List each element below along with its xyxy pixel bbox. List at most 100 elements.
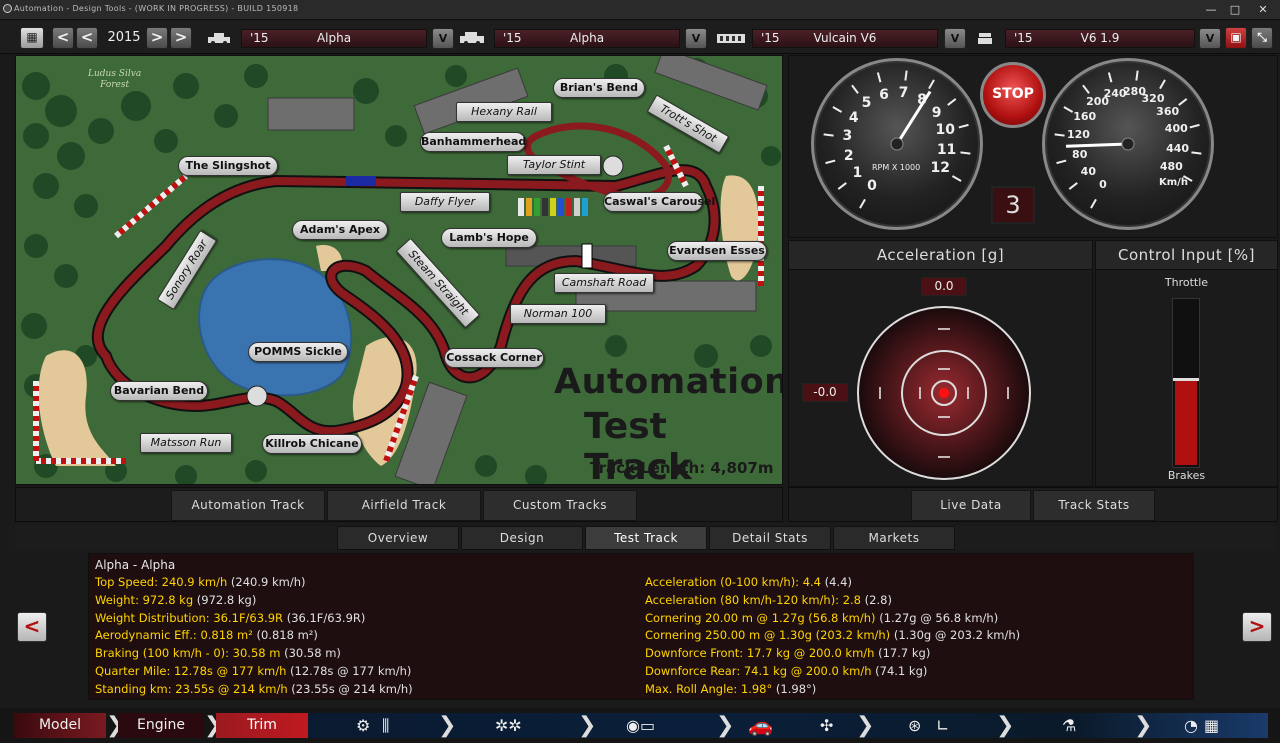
stats-prev-button[interactable]: <	[17, 612, 47, 642]
stat-value: (1.27g @ 56.8 km/h)	[879, 610, 999, 625]
model-field[interactable]: '15 Alpha	[241, 29, 427, 48]
year-value: 2015	[107, 30, 141, 45]
stat-row-right: Acceleration (0-100 km/h): 4.4 (4.4)	[645, 575, 852, 589]
control-input-title: Control Input [%]	[1096, 241, 1277, 270]
gauge-tick	[1107, 72, 1113, 83]
tab-automation-track[interactable]: Automation Track	[171, 490, 325, 521]
nav-chevron-icon: ❯	[716, 713, 735, 738]
nav-engine[interactable]: Engine	[118, 713, 204, 738]
gauge-tick	[1135, 70, 1139, 81]
model-dropdown-button[interactable]: V	[432, 28, 454, 49]
variant-dropdown-button[interactable]: V	[1199, 28, 1221, 49]
stat-value: (30.58 m)	[284, 646, 341, 661]
stat-key: Quarter Mile: 12.78s @ 177 km/h	[95, 664, 287, 678]
nav-trim[interactable]: Trim	[216, 713, 308, 738]
stat-row-left: Braking (100 km/h - 0): 30.58 m (30.58 m…	[95, 646, 341, 660]
stat-row-right: Acceleration (80 km/h-120 km/h): 2.8 (2.…	[645, 593, 892, 607]
speedometer: 0 40 80 120 160 200 240 280 320 360 400 440 480 Km/h	[1042, 58, 1214, 230]
tab-test-track[interactable]: Test Track	[585, 526, 707, 550]
year-first-button[interactable]: <	[52, 27, 74, 49]
body-icon[interactable]: 🚗	[748, 713, 773, 738]
throttle-label: Throttle	[1164, 276, 1209, 289]
acceleration-title: Acceleration [g]	[789, 241, 1092, 270]
stat-row-left: Weight Distribution: 36.1F/63.9R (36.1F/…	[95, 611, 365, 625]
calendar-icon[interactable]: ▦	[20, 27, 44, 49]
gauge-tick	[1191, 151, 1202, 155]
g-meter	[857, 306, 1031, 480]
checkered-flag-icon[interactable]: ▦	[1204, 713, 1219, 738]
gauge-tick-label: 120	[1066, 128, 1090, 142]
stat-value: (74.1 kg)	[875, 664, 928, 678]
window-title: Automation - Design Tools - (WORK IN PRO…	[14, 4, 299, 13]
maximize-button[interactable]: □	[1224, 2, 1246, 17]
variant-field[interactable]: '15 V6 1.9	[1005, 29, 1195, 48]
test-drive-icon[interactable]: ◔	[1184, 713, 1198, 738]
wheels-icon[interactable]: ✲✲	[495, 713, 522, 738]
nav-model[interactable]: Model	[14, 713, 106, 738]
gauge-tick-label: 80	[1072, 147, 1088, 161]
stat-row-left: Standing km: 23.55s @ 214 km/h (23.55s @…	[95, 682, 413, 696]
year-prev-button[interactable]: <	[76, 27, 98, 49]
toolbar: ▦ < < 2015 > > '15 Alpha V '15 Alpha V '15…	[0, 21, 1280, 54]
gauge-tick-label: 0	[1099, 178, 1107, 192]
tab-live-data[interactable]: Live Data	[911, 490, 1031, 521]
input-bar	[1172, 298, 1200, 468]
speed-needle	[1065, 142, 1129, 148]
stat-key: Weight Distribution: 36.1F/63.9R	[95, 610, 284, 625]
tab-detail-stats[interactable]: Detail Stats	[709, 526, 831, 550]
label-daffy-flyer: Daffy Flyer	[400, 192, 490, 212]
label-killrob-chicane: Killrob Chicane	[262, 434, 362, 454]
chassis-icon[interactable]: ⚙	[356, 713, 370, 738]
stop-button[interactable]: STOP	[980, 62, 1046, 128]
tab-track-stats[interactable]: Track Stats	[1033, 490, 1155, 521]
label-caswals-carousel: Caswal's Carousel	[603, 192, 715, 212]
suspension-icon[interactable]: ⚗	[1062, 713, 1076, 738]
tab-overview[interactable]: Overview	[337, 526, 459, 550]
minimize-button[interactable]: —	[1200, 2, 1222, 17]
label-lambs-hope: Lamb's Hope	[441, 228, 537, 248]
aero-fan-icon[interactable]: ✣	[820, 713, 833, 738]
stat-key: Braking (100 km/h - 0): 30.58 m	[95, 646, 281, 661]
nav-chevron-icon: ❯	[856, 713, 875, 738]
stat-row-right: Max. Roll Angle: 1.98° (1.98°)	[645, 682, 816, 696]
gearbox-icon[interactable]: ⫼	[382, 713, 389, 738]
close-button[interactable]: ✕	[1252, 2, 1274, 17]
control-input-panel: Control Input [%] Throttle Brakes	[1095, 240, 1278, 487]
tab-design[interactable]: Design	[461, 526, 583, 550]
tab-custom-tracks[interactable]: Custom Tracks	[483, 490, 637, 521]
car-trim-icon	[458, 31, 486, 48]
year-last-button[interactable]: >	[170, 27, 192, 49]
fullscreen-icon[interactable]: ⤡	[1251, 27, 1273, 49]
engine-field[interactable]: '15 Vulcain V6	[752, 29, 938, 48]
stat-row-right: Downforce Front: 17.7 kg @ 200.0 km/h (1…	[645, 646, 930, 660]
acceleration-panel: Acceleration [g] 0.0 -0.0	[788, 240, 1093, 487]
tab-markets[interactable]: Markets	[833, 526, 955, 550]
trim-field[interactable]: '15 Alpha	[494, 29, 680, 48]
seat-icon[interactable]: ∟	[936, 713, 949, 738]
gauge-tick	[960, 151, 971, 155]
rpm-label: RPM X 1000	[872, 163, 921, 172]
label-bavarian-bend: Bavarian Bend	[110, 381, 208, 401]
gauge-tick	[1054, 133, 1065, 137]
stat-row-left: Top Speed: 240.9 km/h (240.9 km/h)	[95, 575, 305, 589]
gauge-tick-label: 2	[843, 147, 854, 164]
brakes-icon[interactable]: ◉▭	[626, 713, 655, 738]
steering-wheel-icon[interactable]: ⊛	[908, 713, 921, 738]
engine-dropdown-button[interactable]: V	[944, 28, 966, 49]
engine-icon	[716, 31, 746, 48]
stats-title: Alpha - Alpha	[95, 558, 176, 572]
stat-value: (4.4)	[824, 575, 852, 589]
save-icon[interactable]: ▣	[1225, 27, 1247, 49]
trim-dropdown-button[interactable]: V	[685, 28, 707, 49]
stats-next-button[interactable]: >	[1242, 612, 1272, 642]
year-next-button[interactable]: >	[146, 27, 168, 49]
tab-airfield-track[interactable]: Airfield Track	[327, 490, 481, 521]
variant-name: V6 1.9	[1080, 31, 1120, 45]
label-hexany-rail: Hexany Rail	[456, 102, 552, 122]
label-camshaft-road: Camshaft Road	[554, 273, 654, 293]
gauge-tick	[958, 123, 969, 129]
stat-value: (23.55s @ 214 km/h)	[291, 681, 413, 696]
main-tab-bar: Overview Design Test Track Detail Stats …	[15, 526, 1277, 550]
car-model-icon	[206, 31, 232, 48]
stats-panel: Alpha - Alpha Top Speed: 240.9 km/h (240…	[88, 553, 1194, 700]
